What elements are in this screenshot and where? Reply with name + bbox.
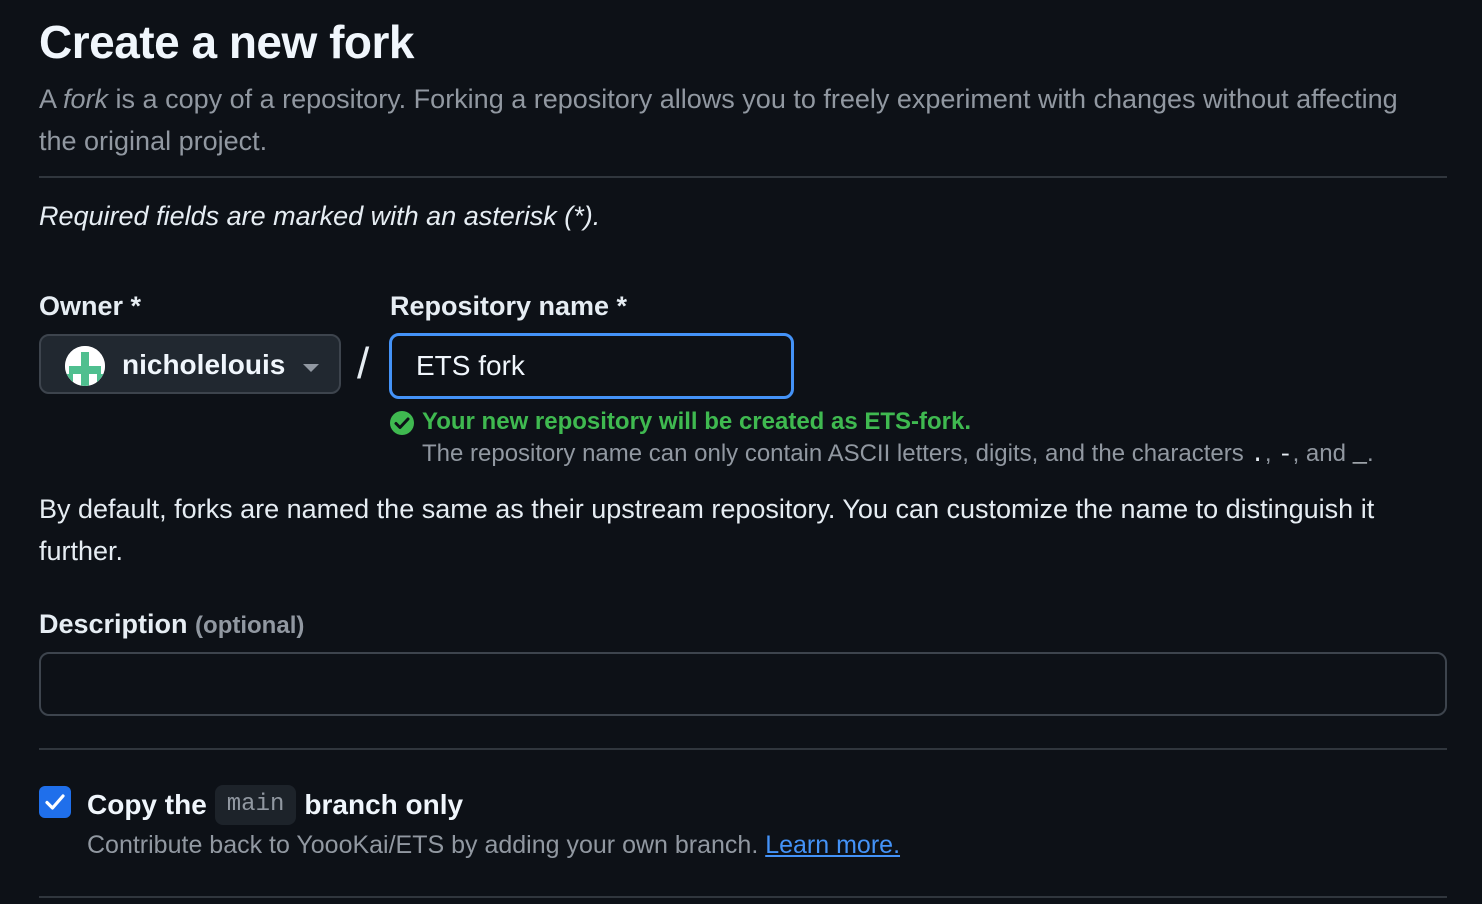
hint-char-dash: - xyxy=(1278,442,1293,469)
owner-label: Owner * xyxy=(39,291,142,321)
intro-prefix: A xyxy=(39,84,64,114)
branch-name-code: main xyxy=(214,785,297,825)
success-message: Your new repository will be created as E… xyxy=(422,408,972,435)
description-input[interactable] xyxy=(39,652,1447,716)
copy-main-branch-checkbox[interactable] xyxy=(39,786,71,818)
default-name-note: By default, forks are named the same as … xyxy=(39,494,1375,566)
owner-repo-separator: / xyxy=(357,339,370,388)
check-circle-icon xyxy=(390,411,414,435)
required-fields-note: Required fields are marked with an aster… xyxy=(39,201,601,231)
repository-name-hint: The repository name can only contain ASC… xyxy=(422,438,1374,472)
hint-sep-1: , xyxy=(1264,440,1279,467)
avatar-identicon-icon xyxy=(65,346,105,386)
intro-fork-term: fork xyxy=(63,84,109,114)
hint-char-dot: . xyxy=(1250,442,1265,469)
avatar xyxy=(65,346,105,386)
checkmark-icon xyxy=(45,794,65,810)
divider-top xyxy=(39,176,1447,178)
copy-label-suffix: branch only xyxy=(304,789,464,820)
hint-sep-2: , and xyxy=(1292,440,1353,467)
repository-name-input[interactable] xyxy=(389,333,794,399)
copy-branch-help-text: Contribute back to YoooKai/ETS by adding… xyxy=(87,831,759,859)
repository-name-label: Repository name * xyxy=(390,291,628,321)
owner-name: nicholelouis xyxy=(122,349,286,380)
divider-bottom xyxy=(39,896,1447,898)
owner-select[interactable]: nicholelouis xyxy=(39,334,341,394)
copy-branch-label[interactable]: Copy the main branch only xyxy=(87,785,463,825)
description-optional-tag: (optional) xyxy=(195,612,305,639)
hint-char-underscore: _ xyxy=(1352,442,1368,469)
description-label-text: Description xyxy=(39,609,188,639)
page-title: Create a new fork xyxy=(39,16,414,68)
fork-form-page: Create a new fork A fork is a copy of a … xyxy=(0,0,1482,904)
page-intro: A fork is a copy of a repository. Forkin… xyxy=(39,78,1439,162)
learn-more-link[interactable]: Learn more. xyxy=(765,831,900,859)
divider-middle xyxy=(39,748,1447,750)
hint-end: . xyxy=(1367,440,1374,467)
intro-suffix: is a copy of a repository. Forking a rep… xyxy=(39,84,1398,156)
description-label: Description (optional) xyxy=(39,606,304,644)
chevron-down-icon xyxy=(303,364,319,372)
copy-branch-help: Contribute back to YoooKai/ETS by adding… xyxy=(87,828,900,862)
copy-label-prefix: Copy the xyxy=(87,789,207,820)
hint-prefix: The repository name can only contain ASC… xyxy=(422,440,1251,467)
